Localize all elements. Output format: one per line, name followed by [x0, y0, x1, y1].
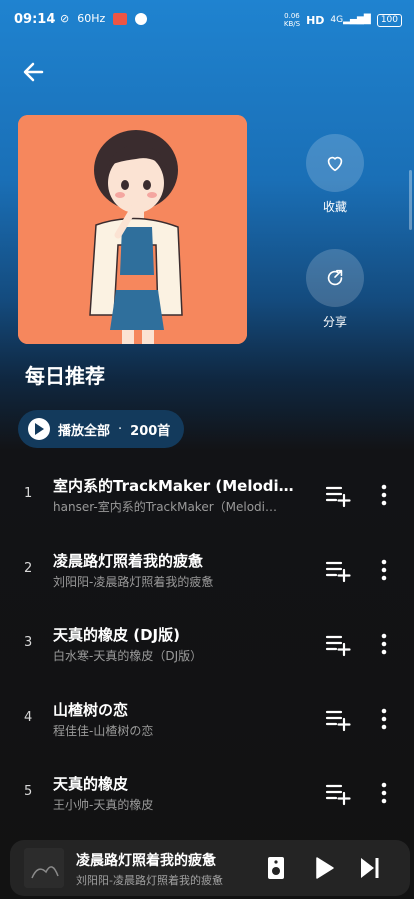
- playlist-add-icon: [325, 486, 351, 508]
- share-circle: [306, 249, 364, 307]
- refresh-rate: 60Hz: [77, 12, 106, 25]
- back-button[interactable]: [20, 58, 48, 86]
- song-row[interactable]: 2 凌晨路灯照着我的疲惫 刘阳阳-凌晨路灯照着我的疲惫: [0, 533, 414, 608]
- more-button[interactable]: [374, 557, 394, 583]
- status-time: 09:14: [14, 12, 56, 27]
- song-index: 3: [24, 635, 33, 650]
- mini-player-subtitle: 刘阳阳-凌晨路灯照着我的疲惫: [76, 874, 223, 887]
- app-notification-icon: [113, 12, 128, 25]
- more-vertical-icon: [381, 559, 387, 580]
- more-vertical-icon: [381, 633, 387, 655]
- add-to-playlist-button[interactable]: [325, 482, 351, 508]
- song-subtitle: hanser-室内系的TrackMaker（Melodi…: [53, 500, 278, 514]
- network-speed: 0.06 KB/S: [283, 12, 301, 28]
- add-to-playlist-button[interactable]: [325, 631, 351, 657]
- more-button[interactable]: [374, 706, 394, 732]
- add-to-playlist-button[interactable]: [325, 557, 351, 583]
- song-title: 山楂树の恋: [53, 700, 129, 719]
- song-index: 5: [24, 784, 33, 799]
- play-icon: [316, 857, 334, 879]
- song-index: 2: [24, 560, 33, 576]
- share-label: 分享: [322, 315, 347, 329]
- mini-player-album-art[interactable]: [24, 848, 64, 888]
- song-row[interactable]: 4 山楂树の恋 程佳佳-山楂树の恋: [0, 682, 414, 757]
- song-row[interactable]: 1 室内系的TrackMaker (Melodi… hanser-室内系的Tra…: [0, 458, 414, 533]
- song-index: 1: [24, 486, 33, 501]
- status-right-icons: 0.06 KB/S HD 4G▂▄▆█ 100: [284, 12, 402, 28]
- play-all-button[interactable]: 播放全部 · 200首: [18, 410, 184, 448]
- song-list: 1 室内系的TrackMaker (Melodi… hanser-室内系的Tra…: [0, 458, 414, 831]
- song-index: 4: [24, 709, 33, 725]
- more-vertical-icon: [381, 782, 387, 804]
- status-left-icons: ⊘ 60Hz: [60, 12, 148, 25]
- scrollbar[interactable]: [409, 170, 412, 230]
- cover-illustration: [18, 115, 247, 344]
- favorite-label: 收藏: [322, 200, 347, 214]
- status-bar: 09:14 ⊘ 60Hz 0.06 KB/S HD 4G▂▄▆█ 100: [0, 0, 414, 40]
- dnd-icon: ⊘: [60, 12, 70, 25]
- playlist-cover: [18, 115, 247, 344]
- playlist-add-icon: [325, 561, 351, 582]
- more-button[interactable]: [374, 631, 394, 657]
- play-icon: [28, 418, 50, 440]
- more-vertical-icon: [381, 484, 387, 506]
- hd-indicator: HD: [306, 13, 325, 27]
- song-subtitle: 白水寒-天真的橡皮（DJ版）: [53, 649, 203, 663]
- song-subtitle: 王小帅-天真的橡皮: [53, 798, 154, 812]
- song-count: 200首: [130, 423, 171, 439]
- song-row[interactable]: 3 天真的橡皮 (DJ版) 白水寒-天真的橡皮（DJ版）: [0, 607, 414, 682]
- arrow-left-icon: [23, 62, 44, 82]
- more-button[interactable]: [374, 780, 394, 806]
- playlist-add-icon: [325, 710, 351, 731]
- play-all-label: 播放全部: [58, 423, 111, 439]
- add-to-playlist-button[interactable]: [325, 706, 351, 732]
- speaker-icon: [268, 857, 284, 879]
- playlist-add-icon: [325, 784, 351, 806]
- song-row[interactable]: 5 天真的橡皮 王小帅-天真的橡皮: [0, 756, 414, 831]
- song-title: 天真的橡皮: [53, 775, 129, 793]
- more-vertical-icon: [381, 708, 387, 729]
- favorite-circle: [306, 134, 364, 192]
- separator: ·: [118, 421, 123, 437]
- signal-icon: 4G▂▄▆█: [330, 15, 371, 25]
- next-button[interactable]: [358, 856, 382, 880]
- more-button[interactable]: [374, 482, 394, 508]
- page-title: 每日推荐: [25, 364, 105, 388]
- song-title: 凌晨路灯照着我的疲惫: [53, 551, 204, 570]
- playlist-add-icon: [325, 635, 351, 657]
- song-subtitle: 刘阳阳-凌晨路灯照着我的疲惫: [53, 574, 214, 589]
- share-button[interactable]: 分享: [306, 249, 364, 330]
- song-title: 室内系的TrackMaker (Melodi…: [53, 477, 294, 495]
- heart-icon: [327, 156, 343, 172]
- battery-icon: 100: [376, 13, 402, 27]
- skip-next-icon: [361, 858, 379, 878]
- song-subtitle: 程佳佳-山楂树の恋: [53, 723, 154, 738]
- share-icon: [327, 269, 343, 286]
- app-notification-icon-2: [135, 12, 148, 25]
- mini-player-title: 凌晨路灯照着我的疲惫: [76, 853, 216, 869]
- mini-player[interactable]: 凌晨路灯照着我的疲惫 刘阳阳-凌晨路灯照着我的疲惫: [10, 840, 410, 896]
- speaker-button[interactable]: [264, 856, 288, 880]
- song-title: 天真的橡皮 (DJ版): [53, 626, 180, 644]
- add-to-playlist-button[interactable]: [325, 780, 351, 806]
- favorite-button[interactable]: 收藏: [306, 134, 364, 215]
- play-button[interactable]: [312, 856, 336, 880]
